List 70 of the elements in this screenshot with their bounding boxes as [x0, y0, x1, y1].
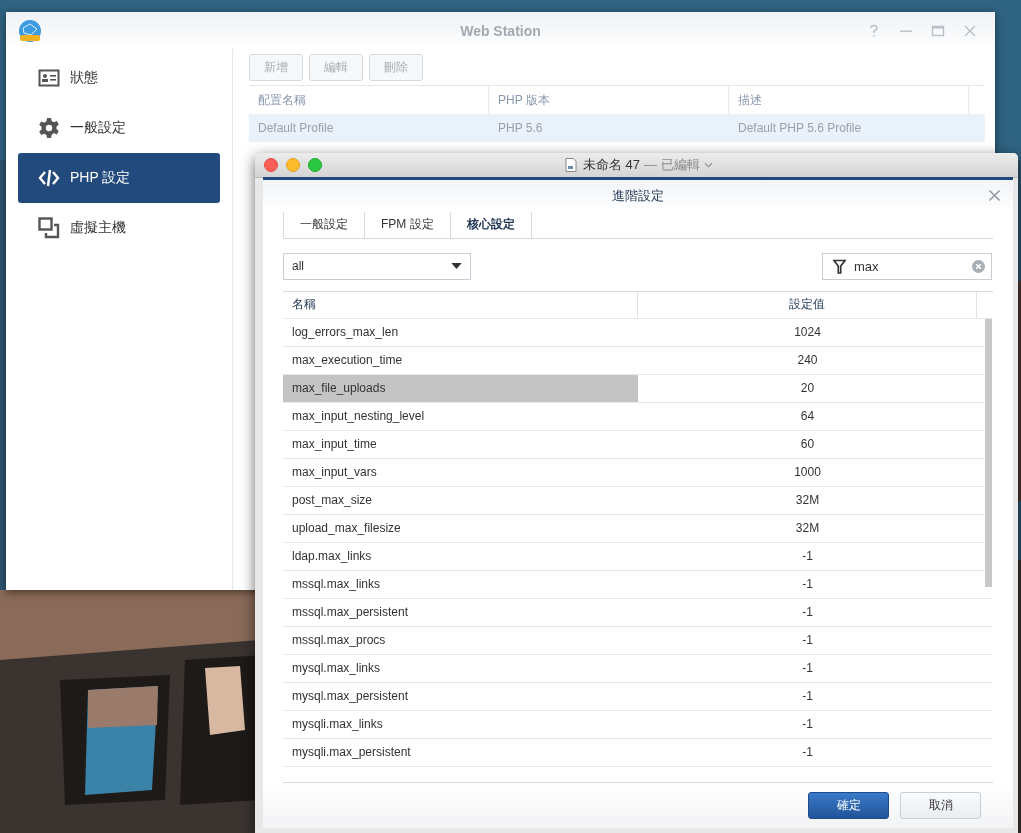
- table-cell[interactable]: mysqli.max_links: [283, 710, 638, 738]
- close-icon[interactable]: [963, 23, 977, 38]
- table-cell-text: 64: [799, 408, 816, 426]
- tab[interactable]: 核心設定: [449, 211, 532, 238]
- sidebar-item[interactable]: 一般設定: [18, 103, 220, 153]
- table-cell-text: Default Profile: [257, 120, 335, 137]
- table-cell[interactable]: max_input_time: [283, 430, 638, 458]
- table-cell-text: 32M: [794, 520, 821, 538]
- column-header: 名稱: [283, 291, 638, 318]
- table-cell[interactable]: mssql.max_persistent: [283, 598, 638, 626]
- table-cell-text: -1: [801, 660, 814, 678]
- table-cell-text: -1: [801, 548, 814, 566]
- window-title: 未命名 47: [583, 156, 641, 174]
- table-cell[interactable]: mysql.max_links: [283, 654, 638, 682]
- caret-icon: [451, 263, 462, 270]
- table-cell[interactable]: post_max_size: [283, 486, 638, 514]
- table-cell-text: 20: [799, 380, 816, 398]
- table-cell-text: 1024: [793, 324, 822, 342]
- table-cell[interactable]: max_file_uploads: [283, 374, 638, 402]
- table-cell[interactable]: max_execution_time: [283, 346, 638, 374]
- maximize-icon[interactable]: [931, 23, 945, 38]
- help-icon[interactable]: [867, 23, 881, 38]
- dialog-button[interactable]: 確定: [808, 792, 889, 820]
- clear-icon[interactable]: [972, 259, 985, 273]
- table-cell-text: -1: [801, 744, 814, 762]
- table-cell-text: -1: [801, 576, 814, 594]
- dialog-button[interactable]: 取消: [900, 792, 981, 820]
- column-header: 設定值: [637, 291, 977, 318]
- id-card-icon: [38, 67, 60, 89]
- table-cell-text: 60: [799, 436, 816, 454]
- table-cell-text: PHP 5.6: [497, 120, 544, 137]
- table-cell-text: 240: [796, 352, 819, 370]
- filter-dropdown[interactable]: all: [283, 252, 471, 280]
- dialog-title: 進階設定: [612, 186, 664, 205]
- tab[interactable]: FPM 設定: [364, 211, 450, 238]
- table-cell[interactable]: max_input_nesting_level: [283, 402, 638, 430]
- window-title: Web Station: [460, 22, 541, 39]
- table-cell[interactable]: mssql.max_links: [283, 570, 638, 598]
- document-icon: [565, 158, 577, 172]
- table-cell[interactable]: ldap.max_links: [283, 542, 638, 570]
- table-cell[interactable]: mysqli.max_persistent: [283, 738, 638, 766]
- table-cell[interactable]: log_errors_max_len: [283, 318, 638, 346]
- code-icon: [38, 167, 60, 189]
- sidebar-item[interactable]: 狀態: [18, 53, 220, 103]
- zoom-button[interactable]: [308, 158, 322, 172]
- chevron-down-icon[interactable]: [703, 162, 713, 168]
- table-cell-text: 32M: [794, 492, 821, 510]
- sidebar-item[interactable]: 虛擬主機: [18, 203, 220, 253]
- table-cell[interactable]: mysql.max_persistent: [283, 682, 638, 710]
- scrollbar[interactable]: [985, 318, 992, 587]
- gear-icon: [38, 117, 60, 139]
- table-cell[interactable]: max_input_vars: [283, 458, 638, 486]
- table-cell[interactable]: upload_max_filesize: [283, 514, 638, 542]
- table-cell-text: -1: [801, 688, 814, 706]
- table-cell-text: Default PHP 5.6 Profile: [737, 120, 863, 137]
- table-cell[interactable]: mssql.max_procs: [283, 626, 638, 654]
- table-cell-text: -1: [801, 604, 814, 622]
- table-cell-text: -1: [801, 632, 814, 650]
- funnel-icon: [833, 258, 846, 274]
- minimize-button[interactable]: [286, 158, 300, 172]
- edited-status: — 已編輯: [644, 156, 700, 174]
- close-button[interactable]: [264, 158, 278, 172]
- tab[interactable]: 一般設定: [283, 211, 364, 238]
- close-icon[interactable]: [988, 189, 1001, 202]
- globe-icon: [18, 18, 42, 43]
- table-cell-text: -1: [801, 716, 814, 734]
- search-field[interactable]: max: [822, 252, 992, 280]
- sidebar-item[interactable]: PHP 設定: [18, 153, 220, 203]
- table-cell-text: 1000: [793, 464, 822, 482]
- overlapping-squares-icon: [38, 217, 60, 239]
